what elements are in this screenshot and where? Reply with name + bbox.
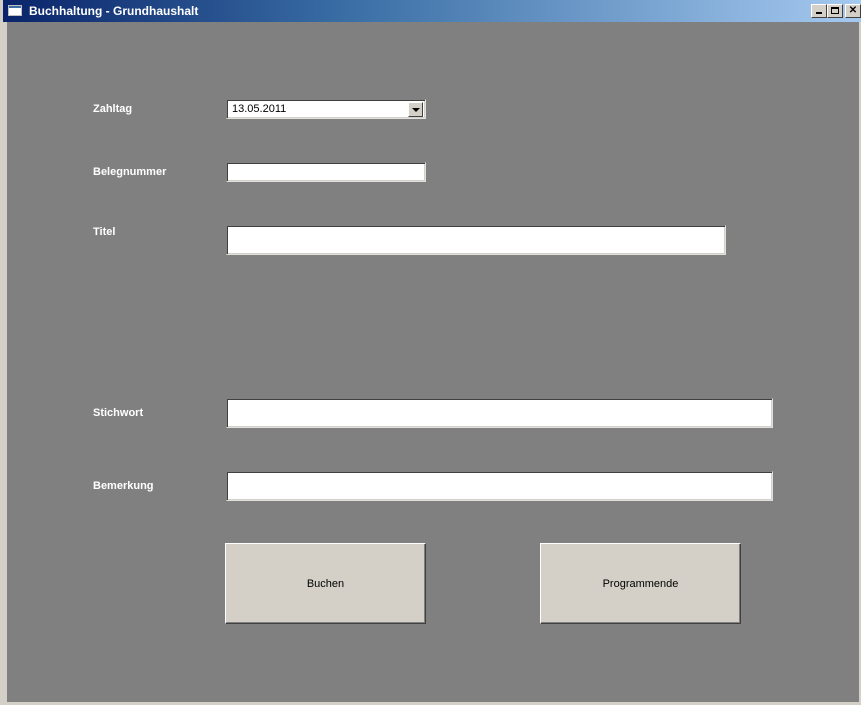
bemerkung-label: Bemerkung (93, 480, 154, 492)
belegnummer-input[interactable] (226, 162, 426, 182)
close-icon[interactable]: ✕ (845, 4, 861, 18)
app-window: Buchhaltung - Grundhaushalt ✕ Zahltag 13… (0, 0, 861, 705)
belegnummer-label: Belegnummer (93, 166, 167, 178)
stichwort-label: Stichwort (93, 407, 144, 419)
bemerkung-input[interactable] (226, 471, 773, 501)
titel-input[interactable] (226, 225, 726, 255)
chevron-down-icon[interactable] (408, 102, 423, 117)
zahltag-label: Zahltag (93, 103, 133, 115)
programmende-button[interactable]: Programmende (540, 543, 741, 624)
titel-label: Titel (93, 226, 116, 238)
window-title: Buchhaltung - Grundhaushalt (29, 4, 199, 18)
stichwort-input[interactable] (226, 398, 773, 428)
form-panel: Zahltag 13.05.2011 Belegnummer Titel Sti… (7, 22, 859, 702)
minimize-icon[interactable] (811, 4, 827, 18)
maximize-icon[interactable] (827, 4, 843, 18)
zahltag-dropdown[interactable]: 13.05.2011 (226, 99, 426, 119)
buchen-button[interactable]: Buchen (225, 543, 426, 624)
window-controls: ✕ (811, 4, 861, 18)
title-bar[interactable]: Buchhaltung - Grundhaushalt ✕ (3, 0, 861, 22)
window-app-icon[interactable] (8, 5, 22, 16)
zahltag-value: 13.05.2011 (232, 103, 287, 115)
